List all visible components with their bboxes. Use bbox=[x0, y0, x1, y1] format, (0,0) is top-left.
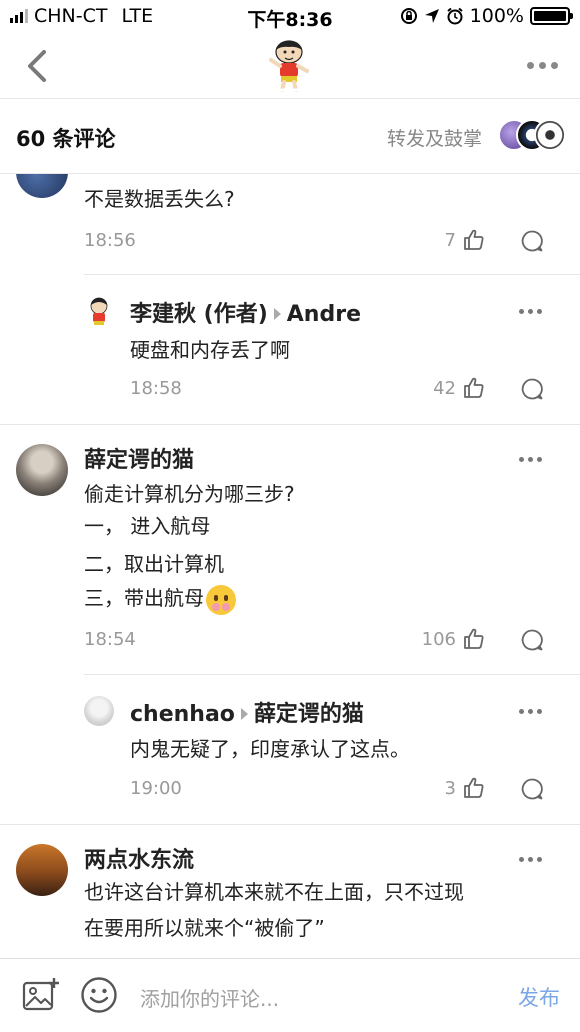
like-count: 106 bbox=[421, 628, 456, 650]
publish-button[interactable]: 发布 bbox=[518, 982, 560, 1012]
reply-arrow-icon bbox=[240, 708, 248, 720]
divider bbox=[0, 824, 580, 825]
chevron-left-icon bbox=[28, 50, 46, 82]
avatar[interactable] bbox=[16, 444, 68, 496]
reply-bubble-icon[interactable] bbox=[520, 777, 544, 801]
divider bbox=[84, 674, 580, 675]
orientation-lock-icon bbox=[400, 8, 417, 24]
like-button[interactable]: 7 bbox=[445, 228, 486, 252]
author-name[interactable]: 李建秋 (作者) bbox=[130, 302, 268, 327]
reply-arrow-icon bbox=[273, 308, 281, 320]
more-options-button[interactable] bbox=[519, 309, 542, 314]
comment-list: 不是数据丢失么? 18:56 7 李建秋 (作者) Andre 硬盘和内存丢了啊 … bbox=[0, 174, 580, 958]
comment-line: 二，取出计算机 bbox=[84, 552, 224, 576]
comment-line-with-emoji: 三，带出航母 bbox=[84, 580, 236, 617]
comment-line: 三，带出航母 bbox=[84, 586, 204, 610]
reply-to-name[interactable]: 薛定谔的猫 bbox=[254, 702, 364, 727]
more-options-button[interactable] bbox=[519, 709, 542, 714]
blush-emoji-icon bbox=[206, 584, 236, 615]
comment-author[interactable]: 李建秋 (作者) Andre bbox=[130, 296, 361, 328]
comment-time: 18:58 bbox=[130, 378, 182, 399]
author-avatar-icon bbox=[90, 297, 108, 325]
battery-icon bbox=[530, 7, 573, 25]
like-count: 3 bbox=[444, 777, 456, 799]
divider bbox=[84, 274, 580, 275]
avatar[interactable] bbox=[16, 174, 68, 198]
nav-bar bbox=[0, 34, 580, 98]
like-count: 42 bbox=[433, 377, 456, 399]
battery-percent: 100% bbox=[469, 5, 524, 27]
author-name[interactable]: chenhao bbox=[130, 702, 235, 727]
comment-line: 也许这台计算机本来就不在上面，只不过现 bbox=[84, 880, 464, 904]
avatar[interactable] bbox=[84, 696, 114, 726]
like-count: 7 bbox=[444, 229, 456, 251]
author-name[interactable]: 两点水东流 bbox=[84, 842, 194, 874]
applause-avatars[interactable] bbox=[498, 119, 566, 155]
thumbs-up-icon bbox=[464, 377, 484, 398]
thumbs-up-icon bbox=[464, 777, 484, 798]
thumbs-up-icon bbox=[464, 229, 484, 250]
avatar[interactable] bbox=[84, 296, 114, 326]
comment-time: 18:54 bbox=[84, 629, 136, 650]
comment-time: 18:56 bbox=[84, 230, 136, 251]
reply-bubble-icon[interactable] bbox=[520, 377, 544, 401]
emoji-icon[interactable] bbox=[80, 976, 118, 1014]
comment-text: 不是数据丢失么? bbox=[84, 187, 235, 211]
back-button[interactable] bbox=[18, 44, 54, 88]
comment-header: 60 条评论 转发及鼓掌 bbox=[0, 98, 580, 174]
like-button[interactable]: 106 bbox=[422, 627, 486, 651]
location-icon bbox=[424, 9, 439, 23]
avatar[interactable] bbox=[16, 844, 68, 896]
more-options-button[interactable] bbox=[519, 457, 542, 462]
reply-bubble-icon[interactable] bbox=[520, 628, 544, 652]
comment-author[interactable]: chenhao 薛定谔的猫 bbox=[130, 696, 364, 728]
avatar bbox=[534, 119, 566, 151]
author-name[interactable]: 薛定谔的猫 bbox=[84, 442, 194, 474]
more-options-button[interactable] bbox=[519, 857, 542, 862]
like-button[interactable]: 42 bbox=[433, 376, 486, 400]
reply-to-name[interactable]: Andre bbox=[287, 302, 361, 327]
thumbs-up-icon bbox=[464, 628, 484, 649]
divider bbox=[0, 424, 580, 425]
comment-text: 内鬼无疑了，印度承认了这点。 bbox=[130, 737, 410, 761]
comment-line: 一， 进入航母 bbox=[84, 514, 211, 538]
comment-text: 硬盘和内存丢了啊 bbox=[130, 338, 290, 362]
add-image-icon[interactable] bbox=[22, 977, 60, 1013]
mascot-logo-icon[interactable] bbox=[266, 38, 312, 92]
comment-count: 60 条评论 bbox=[16, 127, 116, 151]
like-button[interactable]: 3 bbox=[445, 776, 486, 800]
repost-and-applause-link[interactable]: 转发及鼓掌 bbox=[387, 124, 482, 151]
status-bar: CHN-CT LTE 下午8:36 100% bbox=[0, 0, 580, 34]
comment-time: 19:00 bbox=[130, 778, 182, 799]
reply-bubble-icon[interactable] bbox=[520, 229, 544, 253]
comment-input[interactable]: 添加你的评论... bbox=[140, 983, 279, 1012]
more-options-button[interactable] bbox=[527, 62, 558, 69]
comment-input-bar: 添加你的评论... 发布 bbox=[0, 958, 580, 1032]
alarm-icon bbox=[447, 7, 463, 25]
comment-line: 在要用所以就来个“被偷了” bbox=[84, 916, 325, 940]
